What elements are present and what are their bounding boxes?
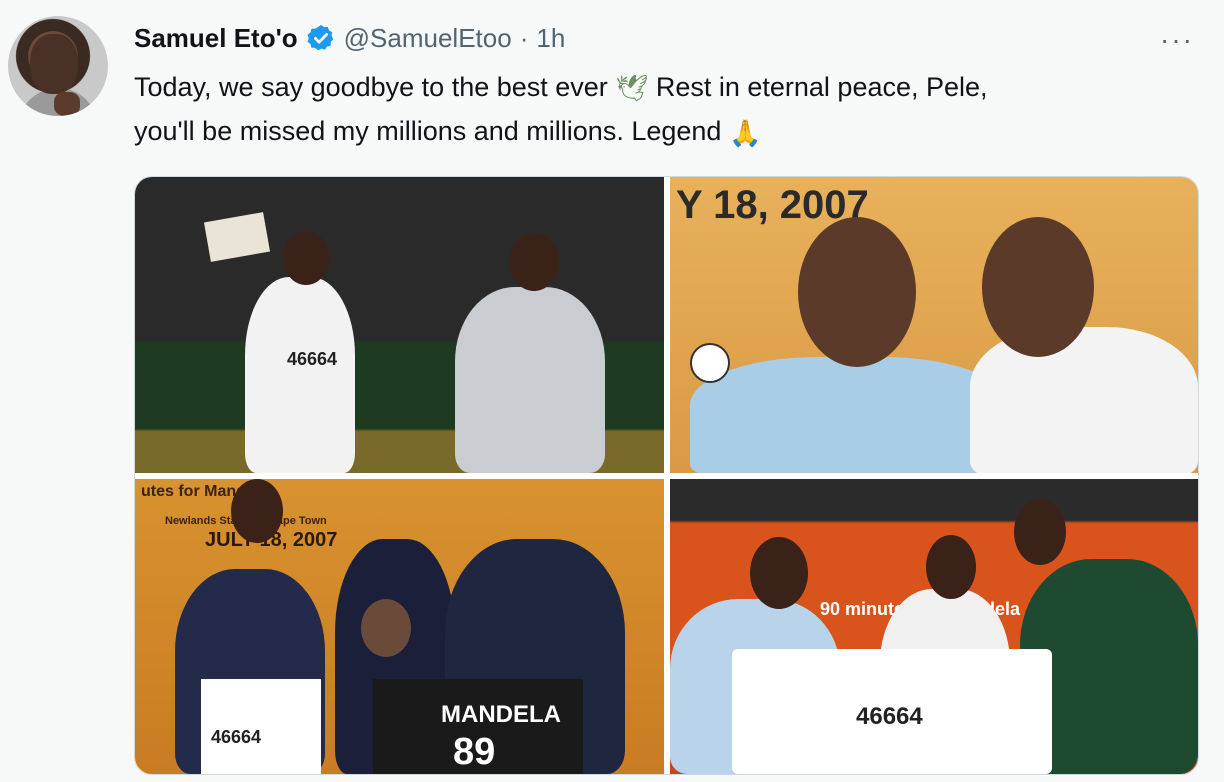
tweet-time[interactable]: 1h [536,23,565,54]
avatar[interactable] [8,16,108,116]
photo-stadium-walk[interactable]: 46664 [135,177,664,473]
jersey-number: 89 [453,731,496,773]
dove-emoji-icon: 🕊 [615,73,649,104]
pele-blue-shirt [690,357,1010,473]
pele-head [509,233,559,291]
tweet[interactable]: Samuel Eto'o @SamuelEtoo · 1h ··· Today,… [0,0,1224,782]
etoo-face [982,217,1094,357]
player-head [283,231,329,285]
mandela-head [361,599,411,657]
pele-head-2 [231,479,283,543]
tweet-text-line1-b: Rest in eternal peace, Pele, [655,72,988,102]
author-name[interactable]: Samuel Eto'o [134,23,298,54]
held-shirt-number: 46664 [856,703,923,730]
etoo-white-jacket [970,327,1198,473]
player-white-kit [245,277,355,473]
photo-mandela-jerseys[interactable]: utes for Mandela Newlands Stadium, Cape … [135,479,664,774]
etoo-head [926,535,976,599]
verified-badge-icon [307,24,333,51]
avatar-hand [54,92,80,116]
pele-face [798,217,916,367]
tweet-text-line2: you'll be missed my millions and million… [134,116,722,147]
white-jersey-number: 46664 [211,727,262,747]
tweet-text: Today, we say goodbye to the best ever 🕊… [134,66,1184,155]
more-options-icon[interactable]: ··· [1160,24,1194,56]
separator-dot: · [519,22,529,53]
tweet-header: Samuel Eto'o @SamuelEtoo · 1h [134,20,565,56]
pele-grey-shirt [455,287,605,473]
football-logo-icon [690,343,730,383]
photo-press-conference[interactable]: Y 18, 2007 [670,177,1198,473]
tweet-text-line1-a: Today, we say goodbye to the best ever [134,72,608,102]
author-handle[interactable]: @SamuelEtoo [344,23,512,54]
praying-hands-emoji-icon: 🙏 [728,117,762,148]
man-head [1014,499,1066,565]
shirt-number-46664: 46664 [287,349,338,369]
held-paper [203,212,271,262]
photo-shirt-presentation[interactable]: 90 minutes for Mandela 46664 [670,479,1198,774]
jersey-name: MANDELA [441,701,561,728]
media-grid: 46664 Y 18, 2007 utes for Mandela Newlan… [134,176,1199,775]
pele-head-3 [750,537,808,609]
avatar-face [30,34,78,94]
